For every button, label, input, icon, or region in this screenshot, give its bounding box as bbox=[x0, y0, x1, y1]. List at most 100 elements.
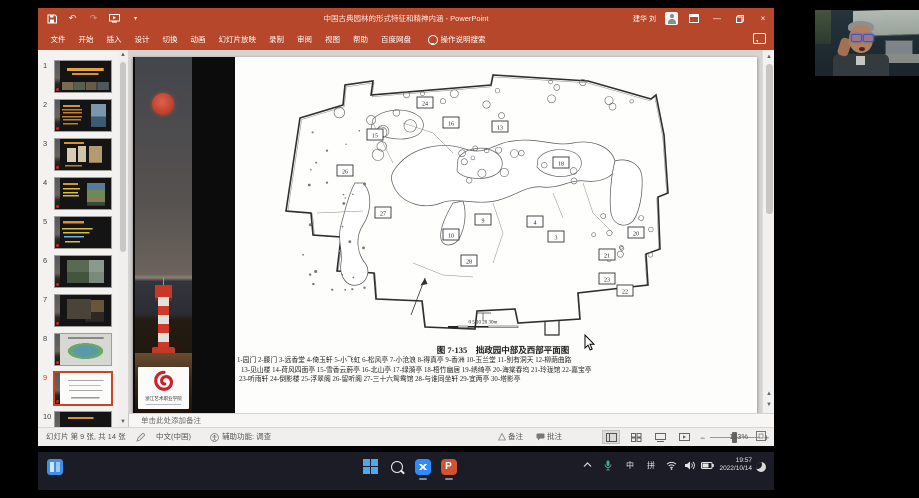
ribbon-display-options-icon[interactable] bbox=[687, 12, 701, 26]
slide-number: 1 bbox=[43, 61, 47, 70]
language-status[interactable]: 中文(中国) bbox=[156, 428, 191, 446]
tab-help[interactable]: 帮助 bbox=[347, 29, 375, 50]
mic-icon[interactable] bbox=[604, 460, 612, 473]
thumbnail-panel-scrollbar[interactable]: ▲ ▼ bbox=[118, 50, 128, 427]
svg-text:20: 20 bbox=[633, 232, 639, 238]
ink-pen-icon[interactable] bbox=[136, 428, 145, 446]
svg-text:3: 3 bbox=[555, 236, 558, 242]
account-user-name[interactable]: 建华 刘 bbox=[633, 14, 656, 24]
notes-pane[interactable]: 单击此处添加备注 bbox=[129, 413, 774, 428]
panel-scroll-thumb[interactable] bbox=[120, 62, 126, 252]
zoom-level[interactable]: 113% bbox=[729, 428, 748, 446]
slide-number: 8 bbox=[43, 334, 47, 343]
search-icon[interactable] bbox=[388, 458, 405, 475]
view-reading-button[interactable] bbox=[651, 430, 669, 444]
start-button[interactable] bbox=[362, 458, 379, 475]
tab-record[interactable]: 录制 bbox=[263, 29, 291, 50]
slide-thumbnail-9-selected[interactable] bbox=[53, 371, 113, 406]
svg-text:13: 13 bbox=[497, 126, 503, 132]
avatar[interactable] bbox=[665, 12, 678, 25]
notes-placeholder[interactable]: 单击此处添加备注 bbox=[141, 414, 201, 428]
tab-file[interactable]: 文件 bbox=[44, 29, 72, 50]
wifi-icon[interactable] bbox=[666, 461, 677, 472]
slide-canvas[interactable]: 浙江艺术职业学院 bbox=[133, 57, 757, 413]
slide-number: 5 bbox=[43, 217, 47, 226]
scale-label: 0 5 10 20 30m bbox=[469, 321, 498, 326]
clock[interactable]: 19:57 2022/10/14 bbox=[719, 457, 752, 473]
slide-thumbnail-3[interactable] bbox=[54, 138, 112, 171]
restore-button[interactable] bbox=[733, 12, 747, 26]
close-button[interactable]: × bbox=[756, 12, 770, 26]
meeting-app-icon[interactable] bbox=[414, 458, 431, 475]
slide-thumbnail-7[interactable] bbox=[54, 294, 112, 327]
svg-text:26: 26 bbox=[342, 170, 348, 176]
scroll-thumb[interactable] bbox=[766, 64, 773, 214]
comments-bubble-icon[interactable] bbox=[753, 33, 766, 44]
slide-thumbnail-8[interactable] bbox=[54, 333, 112, 366]
person-mouth bbox=[859, 47, 865, 51]
panel-scroll-up-icon[interactable]: ▲ bbox=[118, 50, 128, 60]
slide-area-scrollbar[interactable]: ▲ ▲ ▼ bbox=[762, 50, 774, 413]
svg-text:23: 23 bbox=[604, 278, 610, 284]
slide-number: 2 bbox=[43, 100, 47, 109]
battery-icon[interactable] bbox=[701, 462, 714, 471]
scroll-up-icon[interactable]: ▲ bbox=[763, 52, 774, 62]
powerpoint-window: ↶ ↷ ▾ 中国古典园林的形式特征和精神内涵 - PowerPoint 建华 刘… bbox=[38, 8, 774, 446]
sun-image bbox=[152, 93, 174, 115]
ime-mode-indicator[interactable]: 拼 bbox=[647, 460, 655, 471]
fit-slide-to-window-icon[interactable] bbox=[756, 430, 766, 446]
svg-text:16: 16 bbox=[448, 122, 454, 128]
powerpoint-taskbar-icon[interactable]: P bbox=[440, 458, 457, 475]
tab-insert[interactable]: 插入 bbox=[100, 29, 128, 50]
next-slide-icon[interactable]: ▼ bbox=[763, 400, 774, 410]
slide-thumbnail-2[interactable] bbox=[54, 99, 112, 132]
tab-animations[interactable]: 动画 bbox=[184, 29, 212, 50]
zoom-out-button[interactable]: − bbox=[700, 429, 705, 446]
tab-review[interactable]: 审阅 bbox=[291, 29, 319, 50]
slide-thumbnail-1[interactable] bbox=[54, 60, 112, 93]
status-bar: 幻灯片 第 9 张, 共 14 张 中文(中国) 辅助功能: 调查 备注 批注 bbox=[38, 427, 774, 446]
legend-line: 23-听雨轩 24-倒影楼 25-浮翠阁 26-留听阁 27-三十六鸳鸯馆 28… bbox=[237, 375, 753, 385]
ime-language-indicator[interactable]: 中 bbox=[626, 460, 634, 471]
view-normal-button[interactable] bbox=[602, 430, 620, 444]
clock-time: 19:57 bbox=[719, 457, 752, 465]
slide-number: 6 bbox=[43, 256, 47, 265]
svg-text:4: 4 bbox=[534, 221, 537, 227]
accessibility-icon bbox=[210, 428, 219, 446]
slide-number: 3 bbox=[43, 139, 47, 148]
figure-caption: 图 7-135 拙政园中部及西部平面图 bbox=[313, 344, 693, 356]
swirl-logo-icon bbox=[153, 370, 175, 392]
tray-chevron-icon[interactable] bbox=[583, 461, 592, 470]
accessibility-status[interactable]: 辅助功能: 调查 bbox=[222, 428, 271, 446]
slide-editing-area[interactable]: 浙江艺术职业学院 bbox=[128, 50, 762, 413]
ribbon-tab-bar: 文件 开始 插入 设计 切换 动画 幻灯片放映 录制 审阅 视图 帮助 百度网盘… bbox=[38, 29, 774, 50]
tab-view[interactable]: 视图 bbox=[319, 29, 347, 50]
comments-toggle[interactable]: 批注 bbox=[536, 428, 562, 446]
title-bar[interactable]: ↶ ↷ ▾ 中国古典园林的形式特征和精神内涵 - PowerPoint 建华 刘… bbox=[38, 8, 774, 29]
speaker-icon[interactable] bbox=[684, 461, 695, 472]
view-slide-sorter-button[interactable] bbox=[627, 430, 645, 444]
widgets-icon[interactable] bbox=[46, 458, 63, 475]
tab-design[interactable]: 设计 bbox=[128, 29, 156, 50]
view-slideshow-button[interactable] bbox=[675, 430, 693, 444]
previous-slide-icon[interactable]: ▲ bbox=[763, 389, 774, 399]
svg-text:22: 22 bbox=[622, 290, 628, 296]
tab-transitions[interactable]: 切换 bbox=[156, 29, 184, 50]
slide-thumbnail-10[interactable] bbox=[54, 411, 112, 427]
tab-baidu-netdisk[interactable]: 百度网盘 bbox=[375, 29, 418, 50]
slide-thumbnail-6[interactable] bbox=[54, 255, 112, 288]
tab-home[interactable]: 开始 bbox=[72, 29, 100, 50]
svg-text:15: 15 bbox=[372, 134, 378, 140]
do-not-disturb-moon-icon[interactable] bbox=[756, 462, 766, 472]
minimize-button[interactable]: — bbox=[710, 12, 724, 26]
svg-text:21: 21 bbox=[604, 254, 610, 260]
panel-scroll-down-icon[interactable]: ▼ bbox=[118, 417, 128, 427]
notes-toggle[interactable]: 备注 bbox=[498, 428, 523, 446]
tab-slideshow[interactable]: 幻灯片放映 bbox=[212, 29, 263, 50]
svg-text:27: 27 bbox=[380, 212, 386, 218]
slide-thumbnail-4[interactable] bbox=[54, 177, 112, 210]
slide-thumbnail-5[interactable] bbox=[54, 216, 112, 249]
slide-number: 7 bbox=[43, 295, 47, 304]
tell-me-search[interactable]: 操作说明搜索 bbox=[428, 34, 486, 45]
slide-counter: 幻灯片 第 9 张, 共 14 张 bbox=[46, 428, 126, 446]
